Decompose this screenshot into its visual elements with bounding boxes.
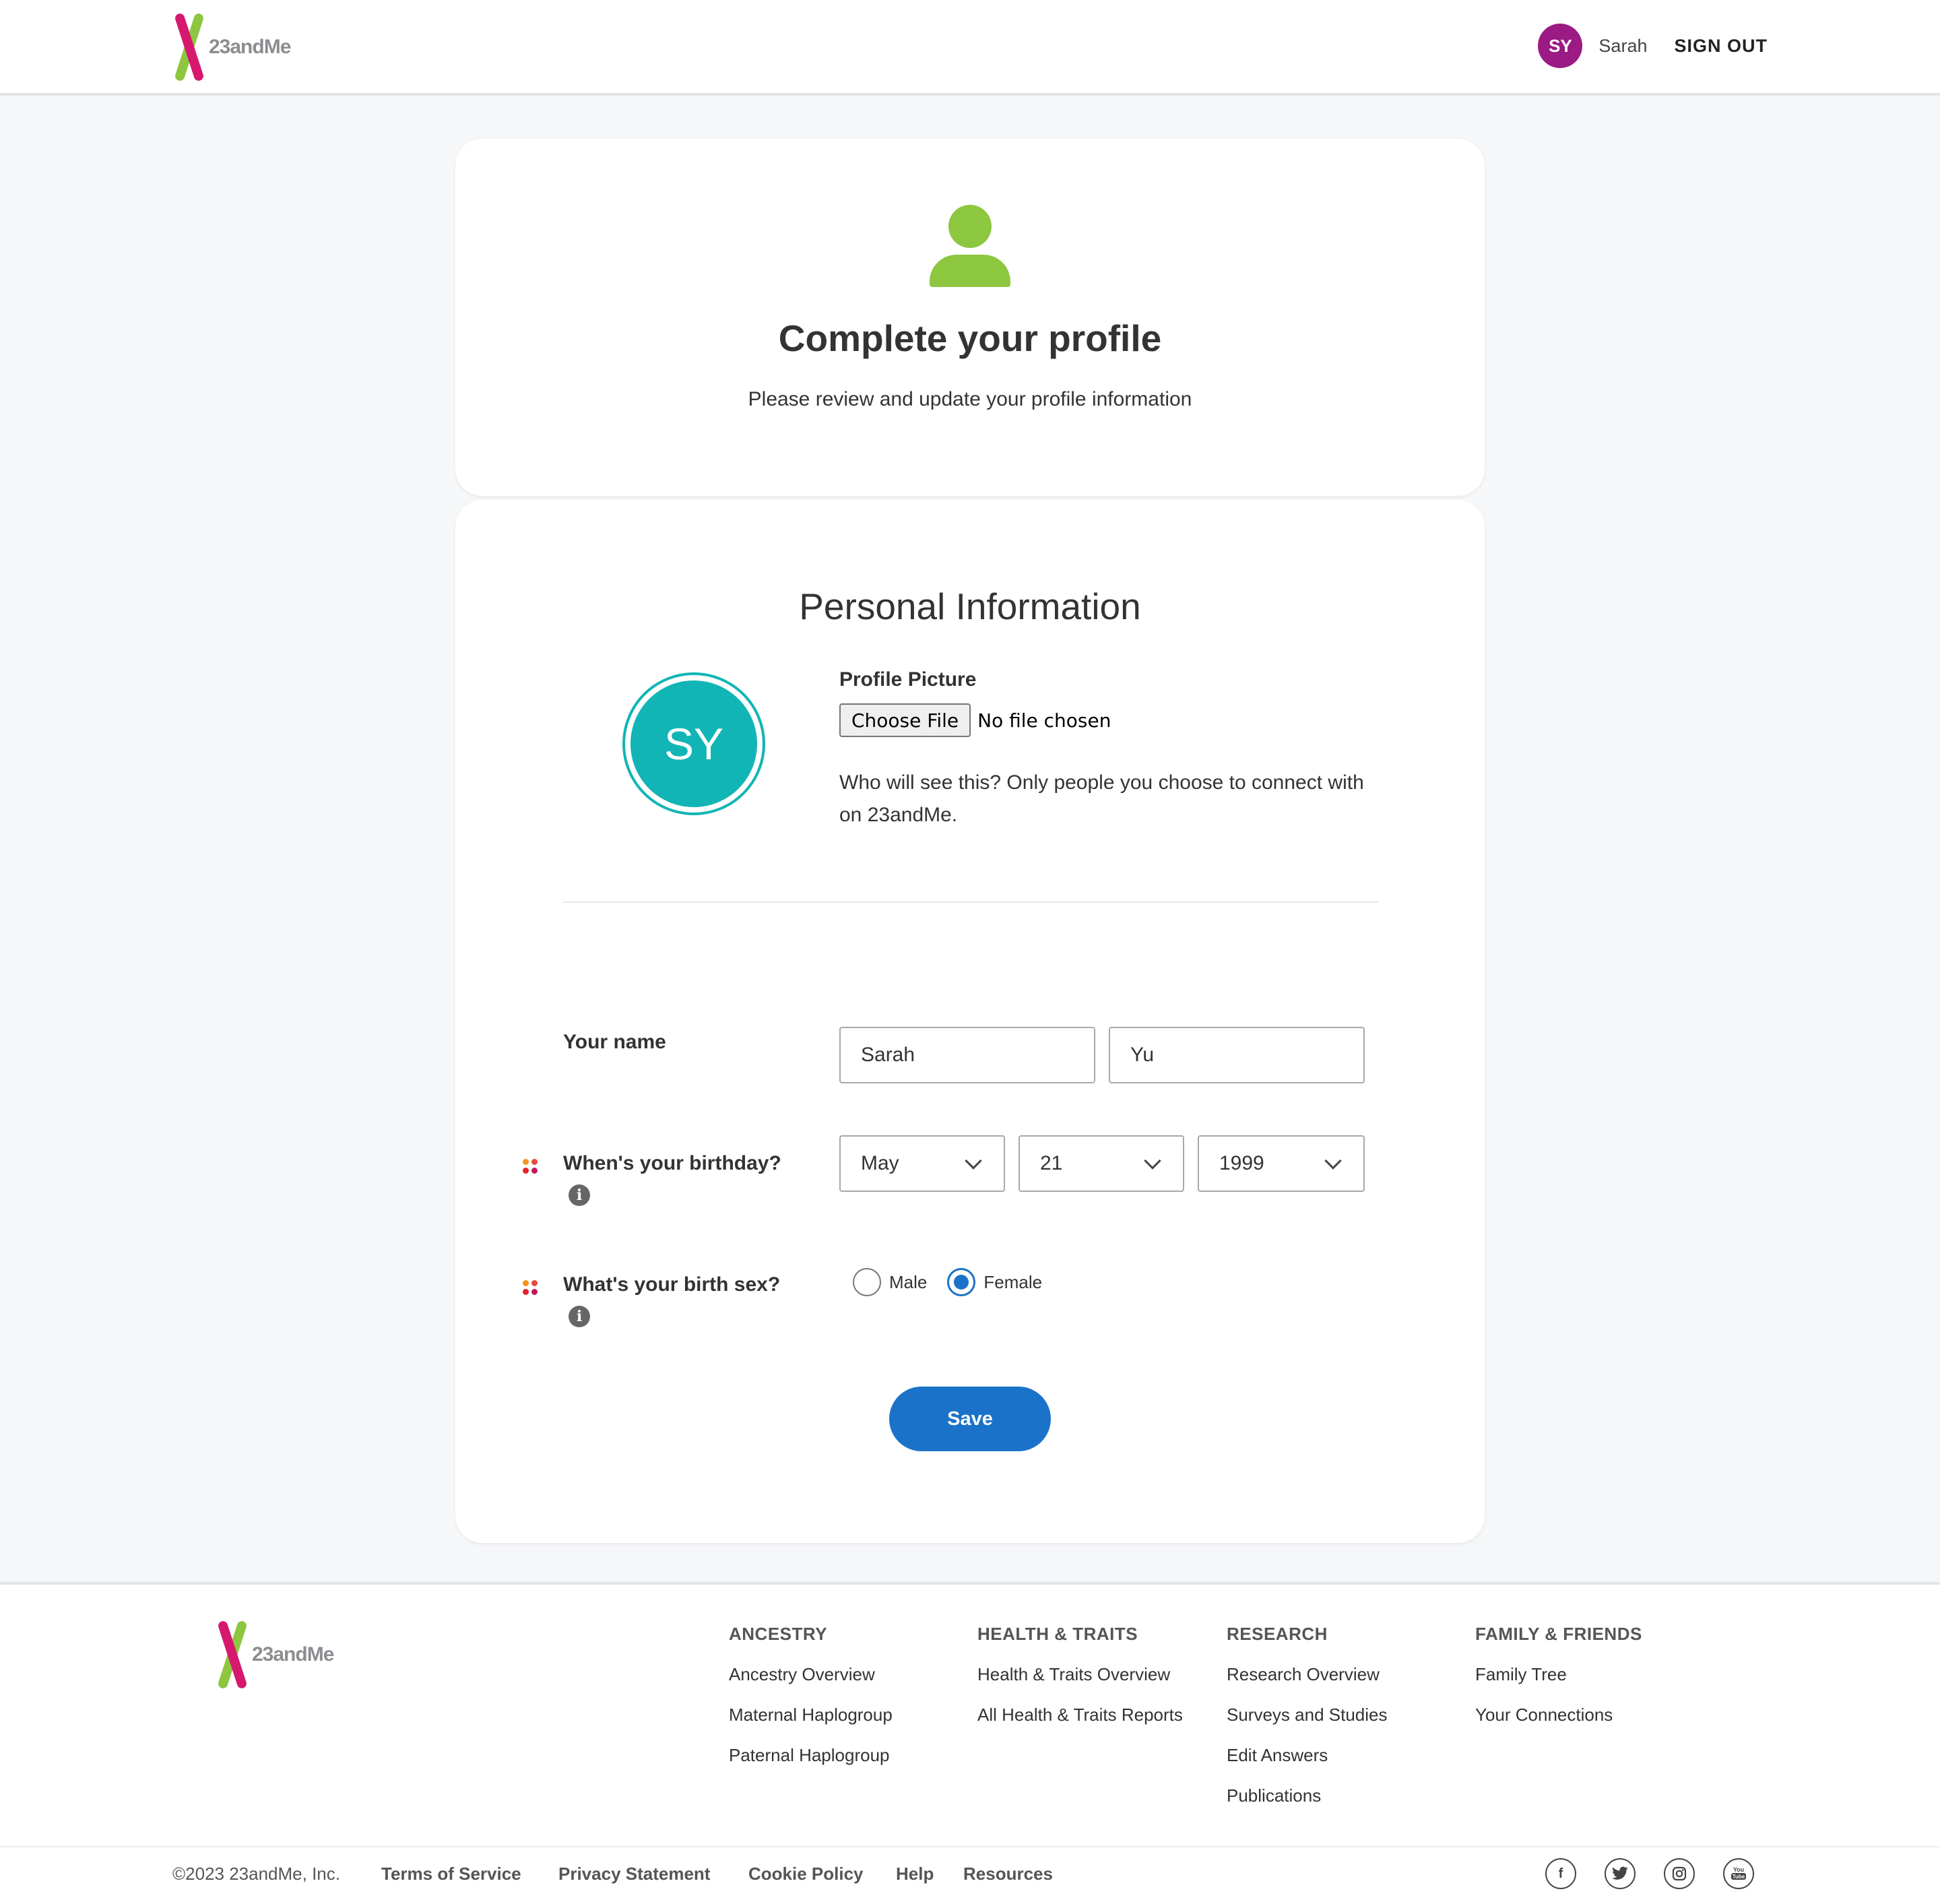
file-status: No file chosen	[977, 709, 1111, 732]
health-data-icon	[523, 1280, 539, 1296]
footer-logo[interactable]: 23andMe	[213, 1620, 334, 1690]
svg-text:You: You	[1733, 1866, 1744, 1873]
birth-day-select[interactable]: 21	[1019, 1135, 1184, 1192]
health-data-icon	[523, 1159, 539, 1175]
cookie-policy-link[interactable]: Cookie Policy	[748, 1864, 864, 1884]
visibility-note: Who will see this? Only people you choos…	[839, 771, 1364, 826]
birth-day-value: 21	[1040, 1152, 1063, 1174]
person-icon	[930, 205, 1010, 291]
footer-col-heading: ANCESTRY	[729, 1624, 828, 1644]
name-label: Your name	[563, 1031, 666, 1053]
resources-link[interactable]: Resources	[963, 1864, 1053, 1884]
top-header: 23andMe SY Sarah SIGN OUT	[0, 0, 1940, 96]
choose-file-button[interactable]: Choose File	[839, 703, 971, 737]
footer-link[interactable]: Health & Traits Overview	[977, 1662, 1183, 1703]
logo-mark-icon	[213, 1620, 251, 1690]
save-button[interactable]: Save	[889, 1387, 1051, 1451]
birthday-info-icon[interactable]: i	[569, 1184, 590, 1206]
footer-col-research: RESEARCH Research Overview Surveys and S…	[1227, 1624, 1387, 1824]
radio-male[interactable]	[853, 1268, 881, 1296]
logo-text: 23andMe	[209, 36, 291, 58]
birth-year-select[interactable]: 1999	[1198, 1135, 1365, 1192]
footer-link[interactable]: All Health & Traits Reports	[977, 1703, 1183, 1743]
footer-link[interactable]: Surveys and Studies	[1227, 1703, 1387, 1743]
birth-sex-radio-group: Male Female	[853, 1268, 1062, 1296]
radio-male-label[interactable]: Male	[889, 1272, 927, 1293]
chevron-down-icon	[1324, 1152, 1342, 1170]
profile-avatar-initials: SY	[630, 680, 757, 807]
first-name-field[interactable]: Sarah	[839, 1027, 1095, 1083]
radio-female[interactable]	[947, 1268, 976, 1296]
footer-link[interactable]: Edit Answers	[1227, 1743, 1387, 1783]
help-link[interactable]: Help	[896, 1864, 934, 1884]
footer-col-heading: FAMILY & FRIENDS	[1475, 1624, 1642, 1644]
footer-col-health: HEALTH & TRAITS Health & Traits Overview…	[977, 1624, 1183, 1743]
footer-col-heading: RESEARCH	[1227, 1624, 1328, 1644]
section-title: Personal Information	[799, 585, 1141, 627]
user-name: Sarah	[1598, 35, 1648, 56]
instagram-icon[interactable]	[1664, 1858, 1695, 1889]
privacy-link[interactable]: Privacy Statement	[558, 1864, 710, 1884]
file-input: Choose File No file chosen	[839, 703, 1111, 737]
divider	[563, 901, 1378, 903]
footer-link[interactable]: Family Tree	[1475, 1662, 1642, 1703]
footer-link[interactable]: Publications	[1227, 1783, 1387, 1824]
last-name-field[interactable]: Yu	[1109, 1027, 1365, 1083]
chevron-down-icon	[1144, 1152, 1161, 1170]
profile-avatar: SY	[622, 672, 765, 815]
footer-col-family: FAMILY & FRIENDS Family Tree Your Connec…	[1475, 1624, 1642, 1743]
logo-mark-icon	[170, 12, 207, 82]
profile-picture-label: Profile Picture	[839, 668, 977, 691]
logo[interactable]: 23andMe	[170, 12, 291, 82]
footer-link[interactable]: Research Overview	[1227, 1662, 1387, 1703]
terms-link[interactable]: Terms of Service	[381, 1864, 521, 1884]
footer-col-ancestry: ANCESTRY Ancestry Overview Maternal Hapl…	[729, 1624, 893, 1783]
birth-sex-label: What's your birth sex?	[563, 1273, 781, 1296]
page-title: Complete your profile	[778, 317, 1162, 359]
radio-female-label[interactable]: Female	[983, 1272, 1042, 1293]
user-menu: SY Sarah SIGN OUT	[1538, 23, 1768, 69]
birth-month-value: May	[861, 1152, 899, 1174]
copyright: ©2023 23andMe, Inc.	[172, 1864, 340, 1884]
svg-text:Tube: Tube	[1733, 1874, 1745, 1880]
birth-month-select[interactable]: May	[839, 1135, 1005, 1192]
birthday-label: When's your birthday?	[563, 1152, 781, 1174]
twitter-icon[interactable]	[1605, 1858, 1636, 1889]
page-subtitle: Please review and update your profile in…	[748, 388, 1192, 410]
footer-link[interactable]: Paternal Haplogroup	[729, 1743, 893, 1783]
birth-year-value: 1999	[1219, 1152, 1264, 1174]
footer-logo-text: 23andMe	[252, 1643, 334, 1665]
intro-card: Complete your profile Please review and …	[455, 139, 1485, 496]
facebook-icon[interactable]: f	[1545, 1858, 1576, 1889]
footer-divider	[0, 1846, 1940, 1847]
footer-link[interactable]: Maternal Haplogroup	[729, 1703, 893, 1743]
personal-info-card: Personal Information SY Profile Picture …	[455, 500, 1485, 1543]
footer-link[interactable]: Your Connections	[1475, 1703, 1642, 1743]
footer: 23andMe ANCESTRY Ancestry Overview Mater…	[0, 1582, 1940, 1904]
sign-out-link[interactable]: SIGN OUT	[1674, 36, 1768, 57]
footer-col-heading: HEALTH & TRAITS	[977, 1624, 1138, 1644]
chevron-down-icon	[965, 1152, 982, 1170]
youtube-icon[interactable]: You Tube	[1723, 1858, 1754, 1889]
user-avatar[interactable]: SY	[1538, 24, 1583, 68]
footer-link[interactable]: Ancestry Overview	[729, 1662, 893, 1703]
birth-sex-info-icon[interactable]: i	[569, 1306, 590, 1327]
